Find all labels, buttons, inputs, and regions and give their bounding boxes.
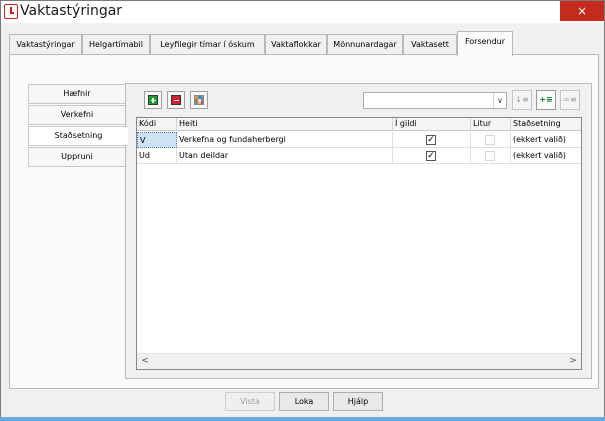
color-swatch[interactable] [485,151,495,161]
vista-button-label: Vista [240,397,260,406]
filter-combobox[interactable]: ∨ [363,92,507,109]
add-row-icon [148,95,158,105]
tab-forsendur[interactable]: Forsendur [457,31,513,56]
cell-code[interactable]: V [137,132,177,148]
add-sort-button[interactable]: +≡ [536,90,556,110]
cell-location[interactable]: (ekkert valið) [511,148,581,164]
table-row[interactable]: V Verkefna og fundaherbergi ✓ (ekkert va… [137,132,581,148]
horizontal-scrollbar[interactable]: < > [137,353,581,369]
active-checkbox[interactable]: ✓ [426,151,436,161]
data-grid[interactable]: Kódi Heiti Í gildi Litur Staðsetning V V… [136,117,582,370]
color-grid-button[interactable] [190,91,208,109]
hjalp-button[interactable]: Hjálp [333,392,383,411]
cell-color[interactable] [471,132,511,148]
tab-monnunardagar[interactable]: Mönnunardagar [327,34,403,55]
window-title: Vaktastýringar [20,3,123,19]
main-window: Vaktastýringar × Vaktastýringar Helgartí… [0,0,605,421]
grid-header: Kódi Heiti Í gildi Litur Staðsetning [137,118,581,131]
content-panel: ∨ ↓≡ +≡ =≡ Kódi Heiti Í gildi Litur Stað… [125,83,592,379]
hjalp-button-label: Hjálp [347,397,369,406]
cell-name[interactable]: Verkefna og fundaherbergi [177,132,393,148]
column-header-stadsetning[interactable]: Staðsetning [511,118,581,131]
clear-sort-button[interactable]: =≡ [560,90,580,110]
loka-button-label: Loka [294,397,314,406]
cell-location[interactable]: (ekkert valið) [511,132,581,148]
taskbar-edge [0,417,605,421]
column-header-i-gildi[interactable]: Í gildi [393,118,471,131]
column-header-heiti[interactable]: Heiti [177,118,393,131]
remove-row-button[interactable] [167,91,185,109]
column-header-kodi[interactable]: Kódi [137,118,177,131]
side-item-stadsetning[interactable]: Staðsetning [28,126,128,146]
tab-leyfilegir-timar[interactable]: Leyfilegir tímar í óskum [150,34,265,55]
tab-vaktasett[interactable]: Vaktasett [403,34,457,55]
cell-code[interactable]: Ud [137,148,177,164]
cell-color[interactable] [471,148,511,164]
tab-vaktaflokkar[interactable]: Vaktaflokkar [265,34,327,55]
close-button[interactable]: × [560,1,604,21]
loka-button[interactable]: Loka [279,392,329,411]
cell-active[interactable]: ✓ [393,148,471,164]
cell-name[interactable]: Utan deildar [177,148,393,164]
color-grid-icon [194,95,204,105]
chevron-down-icon[interactable]: ∨ [493,93,506,108]
side-item-uppruni[interactable]: Uppruni [28,147,126,167]
side-item-haefnir[interactable]: Hæfnir [28,84,126,104]
table-row[interactable]: Ud Utan deildar ✓ (ekkert valið) [137,148,581,164]
sort-ascending-button[interactable]: ↓≡ [512,90,532,110]
vista-button[interactable]: Vista [225,392,275,411]
scroll-left-icon[interactable]: < [137,354,153,369]
scroll-right-icon[interactable]: > [565,354,581,369]
color-swatch[interactable] [485,135,495,145]
side-item-verkefni[interactable]: Verkefni [28,105,126,125]
active-checkbox[interactable]: ✓ [426,135,436,145]
column-header-litur[interactable]: Litur [471,118,511,131]
cell-active[interactable]: ✓ [393,132,471,148]
title-bar: Vaktastýringar × [1,1,604,23]
add-row-button[interactable] [144,91,162,109]
remove-row-icon [171,95,181,105]
tab-vaktastyringar[interactable]: Vaktastýringar [9,34,82,55]
tab-helgartimabil[interactable]: Helgartímabil [82,34,150,55]
app-clock-icon [4,4,18,19]
